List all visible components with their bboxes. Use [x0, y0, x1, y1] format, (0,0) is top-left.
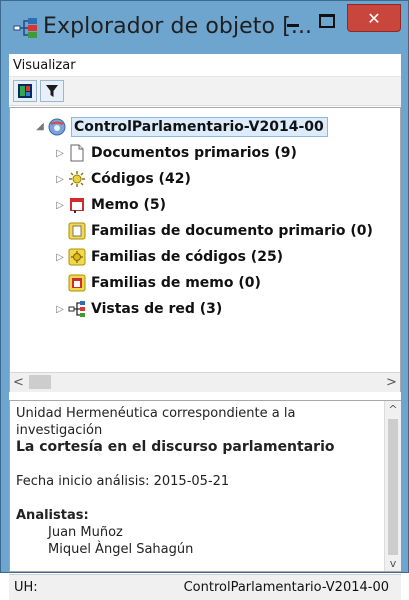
description-heading: La cortesía en el discurso parlamentario	[16, 439, 335, 455]
codes-icon	[69, 171, 85, 187]
tree-item-label: Memo (5)	[91, 197, 167, 213]
collapse-arrow-icon[interactable]: ◢	[35, 121, 45, 132]
minimize-icon	[287, 23, 299, 27]
maximize-icon	[319, 14, 335, 28]
scroll-down-icon[interactable]: v	[385, 555, 401, 571]
expand-arrow-icon[interactable]: ▷	[55, 200, 65, 211]
close-icon: ✕	[367, 8, 381, 28]
toolbar	[9, 77, 401, 106]
maximize-button[interactable]	[313, 9, 341, 33]
menu-bar: Visualizar	[9, 54, 401, 77]
hermeneutic-unit-icon	[48, 118, 66, 136]
menu-visualizar[interactable]: Visualizar	[13, 58, 76, 73]
window-title: Explorador de objeto [...	[43, 14, 313, 39]
analyst-name: Juan Muñoz	[48, 525, 123, 540]
expand-arrow-icon[interactable]: ▷	[55, 148, 65, 159]
scroll-thumb[interactable]	[29, 375, 51, 389]
horizontal-scrollbar[interactable]: < >	[10, 372, 400, 392]
view-button[interactable]	[13, 80, 37, 102]
scroll-right-icon[interactable]: >	[383, 373, 400, 392]
tree-item-documentos-primarios[interactable]: Documentos primarios (9)	[68, 141, 297, 165]
view-icon	[18, 84, 32, 98]
code-family-icon	[68, 248, 86, 266]
filter-button[interactable]	[40, 80, 64, 102]
scroll-left-icon[interactable]: <	[10, 373, 27, 392]
tree-item-codigos[interactable]: Códigos (42)	[68, 167, 191, 191]
document-family-icon	[68, 222, 86, 240]
filter-icon	[46, 85, 58, 97]
analyst-name: Miquel Àngel Sahagún	[48, 542, 194, 557]
tree-root[interactable]: ControlParlamentario-V2014-00	[48, 115, 328, 139]
status-bar: UH: ControlParlamentario-V2014-00	[9, 574, 401, 600]
tree-item-vistas-red[interactable]: Vistas de red (3)	[68, 297, 222, 321]
tree-item-label: Códigos (42)	[91, 171, 191, 187]
title-bar[interactable]: Explorador de objeto [... ✕	[1, 1, 409, 54]
memo-family-icon	[68, 274, 86, 292]
status-value: ControlParlamentario-V2014-00	[183, 580, 389, 595]
tree-item-label: Vistas de red (3)	[91, 301, 223, 317]
status-label: UH:	[14, 580, 38, 595]
document-icon	[70, 144, 84, 162]
description-text: Unidad Hermenéutica correspondiente a la…	[16, 405, 376, 558]
description-intro: Unidad Hermenéutica correspondiente a la…	[16, 406, 296, 438]
scroll-thumb[interactable]	[388, 419, 398, 555]
object-explorer-window: Explorador de objeto [... ✕ Visualizar ◢…	[0, 0, 409, 600]
tree-item-label: Familias de códigos (25)	[91, 249, 284, 265]
close-button[interactable]: ✕	[347, 4, 401, 32]
object-tree[interactable]: ◢ ControlParlamentario-V2014-00 ▷ Docume…	[9, 107, 401, 392]
tree-item-memo[interactable]: Memo (5)	[68, 193, 166, 217]
tree-item-familias-memo[interactable]: Familias de memo (0)	[68, 271, 261, 295]
scroll-up-icon[interactable]: ^	[385, 401, 401, 417]
expand-arrow-icon[interactable]: ▷	[55, 252, 65, 263]
object-explorer-icon	[13, 18, 37, 38]
tree-item-familias-codigos[interactable]: Familias de códigos (25)	[68, 245, 283, 269]
window-content: Visualizar ◢ ControlParlamentario-V2014-…	[9, 54, 401, 600]
memo-icon	[70, 198, 84, 213]
description-date: Fecha inicio análisis: 2015-05-21	[16, 474, 230, 489]
tree-item-familias-documento[interactable]: Familias de documento primario (0)	[68, 219, 373, 243]
tree-root-label: ControlParlamentario-V2014-00	[71, 117, 328, 137]
description-panel[interactable]: Unidad Hermenéutica correspondiente a la…	[9, 400, 401, 572]
expand-arrow-icon[interactable]: ▷	[55, 174, 65, 185]
description-analysts-label: Analistas:	[16, 508, 89, 523]
tree-item-label: Familias de memo (0)	[91, 275, 261, 291]
tree-item-label: Documentos primarios (9)	[91, 145, 297, 161]
tree-item-label: Familias de documento primario (0)	[91, 223, 373, 239]
expand-arrow-icon[interactable]: ▷	[55, 304, 65, 315]
minimize-button[interactable]	[279, 9, 307, 33]
network-view-icon	[68, 301, 85, 317]
vertical-scrollbar[interactable]: ^ v	[384, 401, 401, 571]
